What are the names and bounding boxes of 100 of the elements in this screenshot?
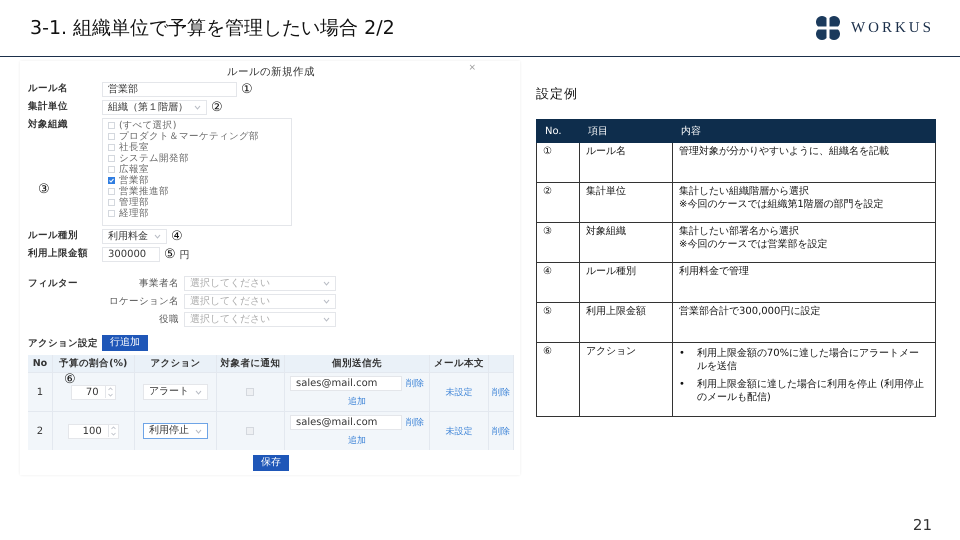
table-cell: 営業部合計で300,000円に設定 — [672, 302, 936, 342]
table-cell: ⑥ — [536, 342, 580, 416]
logo-text: WORKUS — [850, 20, 934, 36]
mail-body-link[interactable]: 未設定 — [446, 388, 473, 398]
table-cell: 1 — [28, 372, 52, 412]
field-label: ルール種別 — [28, 229, 79, 242]
callout-number: ③ — [38, 183, 51, 196]
add-link[interactable]: 追加 — [348, 434, 366, 447]
email-field[interactable]: sales@mail.com — [290, 415, 402, 430]
callout-number: ② — [211, 101, 223, 114]
table-cell: ④ — [536, 262, 580, 302]
checkbox[interactable] — [108, 133, 115, 140]
column-header: 対象者に通知 — [216, 355, 284, 372]
spin-down-icon[interactable] — [106, 392, 115, 398]
number-field[interactable]: 70 — [70, 384, 116, 400]
field-label: 対象組織 — [28, 118, 69, 131]
number-field[interactable]: 100 — [68, 424, 119, 438]
column-header: 内容 — [672, 120, 936, 142]
option-label: システム開発部 — [119, 152, 189, 164]
list-text: 利用上限金額の70%に達した場合にアラートメールを送信 — [696, 348, 920, 373]
column-header: No. — [536, 120, 580, 142]
select-field[interactable]: 利用停止 — [142, 423, 208, 439]
table-cell: 利用上限金額 — [580, 302, 672, 342]
option-label: 営業推進部 — [119, 185, 169, 197]
spin-up-icon[interactable] — [106, 386, 115, 392]
filter-label: 役職 — [158, 313, 180, 326]
caret-icon — [323, 299, 330, 304]
option-label: 社長室 — [119, 141, 149, 154]
add-row-button[interactable]: 行追加 — [102, 335, 148, 351]
page-number: 21 — [912, 516, 932, 534]
callout-number: ⑤ — [164, 248, 176, 261]
filter-label: ロケーション名 — [108, 295, 180, 308]
table-cell: 集計単位 — [580, 182, 672, 222]
table-cell: 2 — [28, 412, 52, 450]
filter-label: 事業者名 — [138, 277, 180, 290]
column-header: アクション — [134, 355, 217, 372]
email-field[interactable]: sales@mail.com — [290, 376, 402, 391]
checkbox[interactable] — [108, 188, 115, 195]
checkbox[interactable] — [108, 144, 115, 151]
caret-icon — [194, 428, 202, 434]
dialog-title: ルールの新規作成 — [227, 65, 315, 79]
table-cell: 管理対象が分かりやすいように、組織名を記載 — [672, 142, 936, 182]
add-link[interactable]: 追加 — [348, 395, 366, 408]
field-label: アクション設定 — [28, 336, 99, 350]
save-button[interactable]: 保存 — [253, 455, 289, 471]
field-label: フィルター — [28, 277, 79, 290]
checkbox[interactable] — [108, 166, 115, 173]
table-cell: アクション — [580, 342, 672, 416]
delete-link[interactable]: 削除 — [492, 388, 510, 398]
table-cell: 集計したい組織階層から選択 ※今回のケースでは組織第1階層の部門を設定 — [672, 182, 936, 222]
spin-down-icon[interactable] — [108, 431, 118, 437]
table-cell: ① — [536, 142, 580, 182]
field-label: 利用上限金額 — [28, 247, 89, 260]
checkbox[interactable] — [108, 122, 115, 129]
delete-link[interactable]: 削除 — [492, 426, 510, 436]
column-header: メール本文 — [430, 355, 488, 372]
caret-icon — [154, 234, 161, 239]
field-label: ルール名 — [28, 82, 69, 95]
caret-icon — [323, 317, 330, 322]
column-header: 項目 — [580, 120, 672, 142]
select-field[interactable]: 利用料金 — [102, 229, 167, 244]
checkbox[interactable] — [108, 155, 115, 162]
column-header: 個別送信先 — [284, 355, 430, 372]
bullet-mark: • — [679, 348, 685, 361]
remove-link[interactable]: 削除 — [406, 377, 424, 390]
callout-number: ⑥ — [64, 373, 76, 386]
unit-label: 円 — [180, 248, 190, 262]
section-heading: 設定例 — [536, 86, 578, 103]
select-field[interactable]: 組織（第１階層） — [102, 100, 207, 115]
caret-icon — [194, 390, 202, 394]
table-cell: ② — [536, 182, 580, 222]
column-header: 予算の割合(%) — [52, 355, 134, 372]
select-field[interactable]: アラート — [142, 384, 208, 400]
checkbox[interactable] — [108, 210, 115, 217]
slide-title: 3-1. 組織単位で予算を管理したい場合 2/2 — [30, 16, 395, 41]
checkbox[interactable] — [246, 388, 254, 396]
table-cell: 集計したい部署名から選択 ※今回のケースでは営業部を設定 — [672, 222, 936, 262]
table-cell: ③ — [536, 222, 580, 262]
checkbox[interactable] — [246, 427, 254, 435]
callout-number: ① — [241, 83, 253, 96]
table-cell: ルール名 — [580, 142, 672, 182]
spin-up-icon[interactable] — [108, 425, 118, 431]
caret-icon — [194, 105, 201, 110]
bullet-mark: • — [679, 379, 685, 392]
option-label: 広報室 — [119, 163, 149, 175]
list-text: 利用上限金額に達した場合に利用を停止 (利用停止のメールも配信) — [696, 379, 925, 404]
field-label: 集計単位 — [28, 100, 69, 113]
text-field[interactable]: 営業部 — [102, 82, 237, 97]
text-field[interactable]: 300000 — [102, 247, 160, 262]
mail-body-link[interactable]: 未設定 — [446, 426, 473, 436]
caret-icon — [323, 281, 330, 286]
checkbox[interactable] — [108, 199, 115, 206]
table-cell: 利用料金で管理 — [672, 262, 936, 302]
option-label: プロダクト＆マーケティング部 — [119, 130, 259, 142]
remove-link[interactable]: 削除 — [406, 416, 424, 429]
table-cell: 対象組織 — [580, 222, 672, 262]
checkbox-list[interactable]: (すべて選択) プロダクト＆マーケティング部 社長室 システム開発部 広報室 営業部 営業推進部 管理部 経理部 — [102, 118, 292, 226]
table-cell: ⑤ — [536, 302, 580, 342]
column-header: No — [28, 355, 52, 372]
callout-number: ④ — [171, 230, 183, 243]
